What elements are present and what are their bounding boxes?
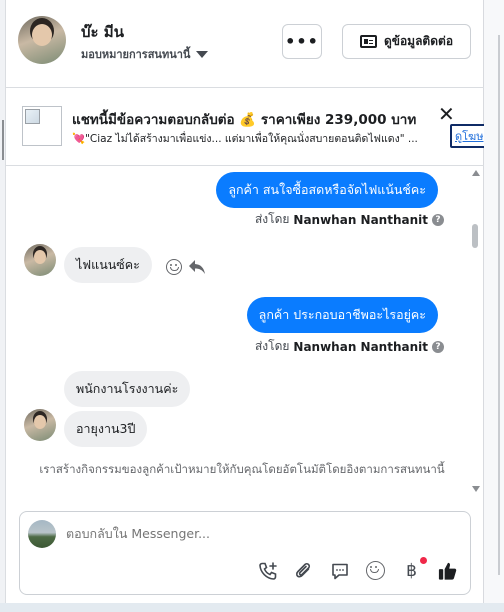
- page-avatar: [28, 520, 56, 548]
- baht-icon[interactable]: ฿: [401, 557, 427, 581]
- conversation-panel: บ๊ะ มีน มอบหมายการสนทนานี้ ••• ดูข้อมูลต…: [6, 0, 484, 603]
- assign-conversation-dropdown[interactable]: มอบหมายการสนทนานี้: [81, 45, 209, 63]
- sent-by-prefix: ส่งโดย: [254, 339, 290, 353]
- scroll-up-arrow-icon[interactable]: [472, 170, 480, 176]
- baht-glyph: ฿: [406, 560, 417, 581]
- message-actions: [166, 259, 206, 275]
- close-icon[interactable]: ✕: [438, 104, 455, 124]
- left-edge-marker: [2, 120, 4, 160]
- contact-avatar[interactable]: [18, 16, 66, 64]
- outgoing-message[interactable]: ลูกค้า ประกอบอาชีพอะไรอยู่คะ: [246, 297, 438, 333]
- view-contact-button[interactable]: ดูข้อมูลติดต่อ: [342, 24, 471, 59]
- composer-toolbar: ฿: [257, 557, 458, 581]
- incoming-message[interactable]: ไฟแนนซ์คะ: [64, 247, 152, 283]
- notification-dot: [420, 557, 427, 564]
- sender-name: Nanwhan Nanthanit: [293, 212, 428, 227]
- smiley-icon[interactable]: [166, 259, 182, 275]
- contact-avatar-small[interactable]: [24, 244, 56, 276]
- emoji-face-glyph: [366, 561, 385, 580]
- ad-thumbnail[interactable]: [22, 106, 62, 146]
- window-scrollbar-track[interactable]: [484, 0, 504, 612]
- contact-name[interactable]: บ๊ะ มีน: [81, 20, 124, 44]
- conversation-header: บ๊ะ มีน มอบหมายการสนทนานี้ ••• ดูข้อมูลต…: [6, 0, 484, 88]
- help-icon[interactable]: ?: [432, 340, 444, 353]
- contact-avatar-small[interactable]: [24, 409, 56, 441]
- incoming-message[interactable]: พนักงานโรงงานค่ะ: [64, 371, 191, 407]
- emoji-icon[interactable]: [365, 560, 386, 581]
- reply-icon[interactable]: [188, 259, 206, 275]
- ad-subtitle: 💘"Ciaz ไม่ได้สร้างมาเพื่อแข่ง... แต่มาเพ…: [72, 133, 418, 145]
- auto-activity-note: เราสร้างกิจกรรมของลูกค้าเป้าหมายให้กับคุ…: [39, 462, 445, 476]
- sent-by-line: ส่งโดย Nanwhan Nanthanit ?: [255, 210, 444, 229]
- incoming-message[interactable]: อายุงาน3ปี: [64, 411, 148, 447]
- sender-name: Nanwhan Nanthanit: [293, 339, 428, 354]
- more-options-button[interactable]: •••: [282, 24, 322, 59]
- caret-down-icon: [196, 50, 209, 58]
- sent-by-line: ส่งโดย Nanwhan Nanthanit ?: [255, 337, 444, 356]
- view-ad-link[interactable]: ดูโฆษ: [450, 124, 484, 148]
- view-contact-label: ดูข้อมูลติดต่อ: [383, 34, 454, 48]
- chat-bubble-icon[interactable]: [329, 560, 350, 581]
- attachment-icon[interactable]: [293, 560, 314, 581]
- contact-card-icon: [359, 35, 377, 48]
- thread-scrollbar-thumb[interactable]: [472, 224, 478, 248]
- window-scrollbar-line: [498, 35, 500, 575]
- assign-label: มอบหมายการสนทนานี้: [81, 48, 191, 61]
- bottom-edge-strip: [0, 603, 504, 612]
- thumbs-up-icon[interactable]: [437, 560, 458, 581]
- help-icon[interactable]: ?: [432, 213, 444, 226]
- reply-input[interactable]: [66, 526, 446, 541]
- phone-add-icon[interactable]: [257, 560, 278, 581]
- ad-title: แชทนี้มีข้อความตอบกลับต่อ 💰 ราคาเพียง 23…: [72, 112, 417, 128]
- outgoing-message[interactable]: ลูกค้า สนใจซื้อสดหรือจัดไฟแน้นช์คะ: [216, 172, 438, 208]
- ad-reply-banner: แชทนี้มีข้อความตอบกลับต่อ 💰 ราคาเพียง 23…: [6, 88, 484, 166]
- reply-composer: ฿: [19, 511, 471, 595]
- scroll-down-arrow-icon[interactable]: [472, 486, 480, 492]
- sent-by-prefix: ส่งโดย: [254, 212, 290, 226]
- message-thread[interactable]: ลูกค้า สนใจซื้อสดหรือจัดไฟแน้นช์คะ ส่งโด…: [6, 166, 484, 496]
